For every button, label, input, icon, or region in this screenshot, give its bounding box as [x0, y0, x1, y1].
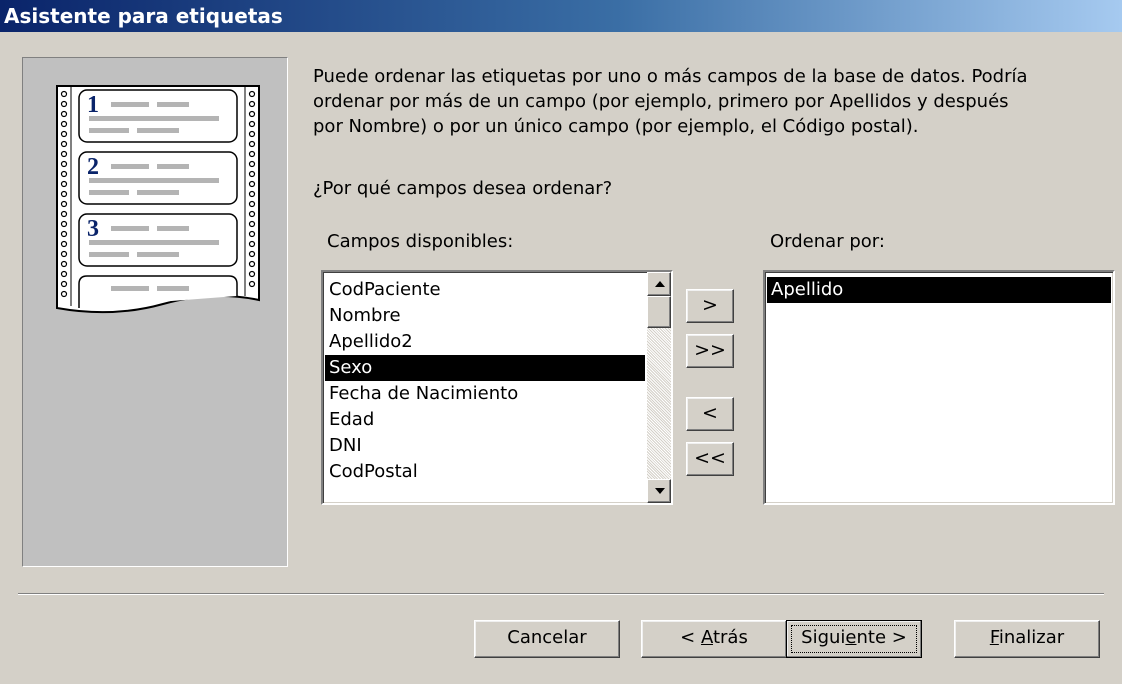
available-field-item[interactable]: DNI	[325, 433, 645, 459]
sort-by-list[interactable]: Apellido	[763, 270, 1115, 505]
back-rest: trás	[712, 627, 748, 648]
finish-rest: inalizar	[998, 627, 1065, 648]
next-post: nte >	[856, 627, 907, 648]
add-field-button[interactable]: >	[686, 289, 734, 323]
sort-by-label: Ordenar por:	[770, 231, 885, 252]
back-mnemonic: A	[700, 627, 713, 648]
sort-question: ¿Por qué campos desea ordenar?	[313, 178, 613, 199]
label-sheet-illustration: 1 2 3	[56, 85, 260, 314]
available-field-item[interactable]: CodPaciente	[325, 277, 645, 303]
available-field-item[interactable]: Nombre	[325, 303, 645, 329]
cancel-button[interactable]: Cancelar	[474, 620, 620, 658]
available-field-item[interactable]: Edad	[325, 407, 645, 433]
remove-field-button[interactable]: <	[686, 397, 734, 431]
available-fields-label: Campos disponibles:	[327, 231, 514, 252]
triangle-down-icon	[655, 488, 665, 494]
description-text: Puede ordenar las etiquetas por uno o má…	[313, 64, 1028, 139]
remove-all-fields-button[interactable]: <<	[686, 442, 734, 476]
triangle-up-icon	[655, 281, 665, 287]
available-field-item[interactable]: CodPostal	[325, 459, 645, 485]
scroll-up-button[interactable]	[647, 272, 671, 296]
sort-field-item-selected[interactable]: Apellido	[767, 277, 1111, 303]
label-number-3: 3	[87, 216, 99, 242]
next-button[interactable]: Siguiente >	[786, 620, 922, 658]
window-title: Asistente para etiquetas	[0, 0, 1122, 32]
next-pre: Sigui	[801, 627, 846, 648]
next-mnemonic: e	[845, 627, 857, 648]
back-button[interactable]: < Atrás	[641, 620, 787, 658]
scroll-down-button[interactable]	[647, 479, 671, 503]
back-prefix: <	[680, 627, 701, 648]
scroll-thumb[interactable]	[647, 296, 671, 328]
available-fields-scrollbar[interactable]	[647, 272, 671, 503]
footer-separator	[18, 593, 1104, 595]
finish-button[interactable]: Finalizar	[954, 620, 1100, 658]
available-fields-list[interactable]: CodPaciente Nombre Apellido2 Sexo Fecha …	[321, 270, 673, 505]
label-number-2: 2	[87, 154, 99, 180]
description-line-1: Puede ordenar las etiquetas por uno o má…	[313, 66, 1028, 87]
finish-mnemonic: F	[989, 627, 999, 648]
available-field-item-selected[interactable]: Sexo	[325, 355, 645, 381]
available-field-item[interactable]: Fecha de Nacimiento	[325, 381, 645, 407]
label-number-1: 1	[87, 92, 99, 118]
add-all-fields-button[interactable]: >>	[686, 334, 734, 368]
description-line-3: por Nombre) o por un único campo (por ej…	[313, 116, 919, 137]
available-field-item[interactable]: Apellido2	[325, 329, 645, 355]
description-line-2: ordenar por más de un campo (por ejemplo…	[313, 91, 1009, 112]
